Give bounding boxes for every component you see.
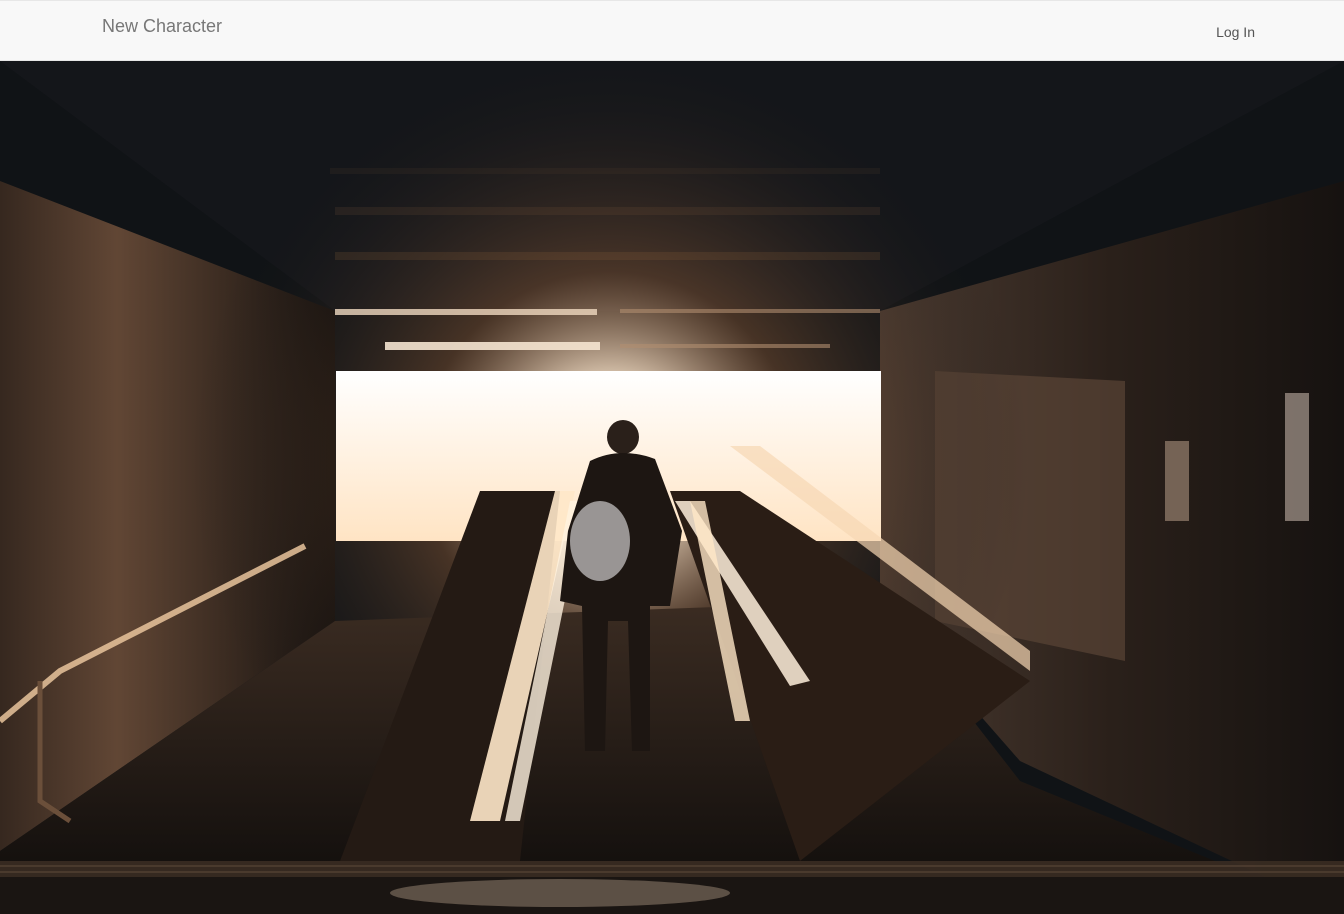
login-link[interactable]: Log In — [1216, 22, 1255, 42]
brand-link[interactable]: New Character — [102, 15, 222, 37]
tunnel-photo — [0, 61, 1344, 914]
hero-background-image — [0, 61, 1344, 914]
top-navbar: New Character Log In — [0, 0, 1344, 61]
